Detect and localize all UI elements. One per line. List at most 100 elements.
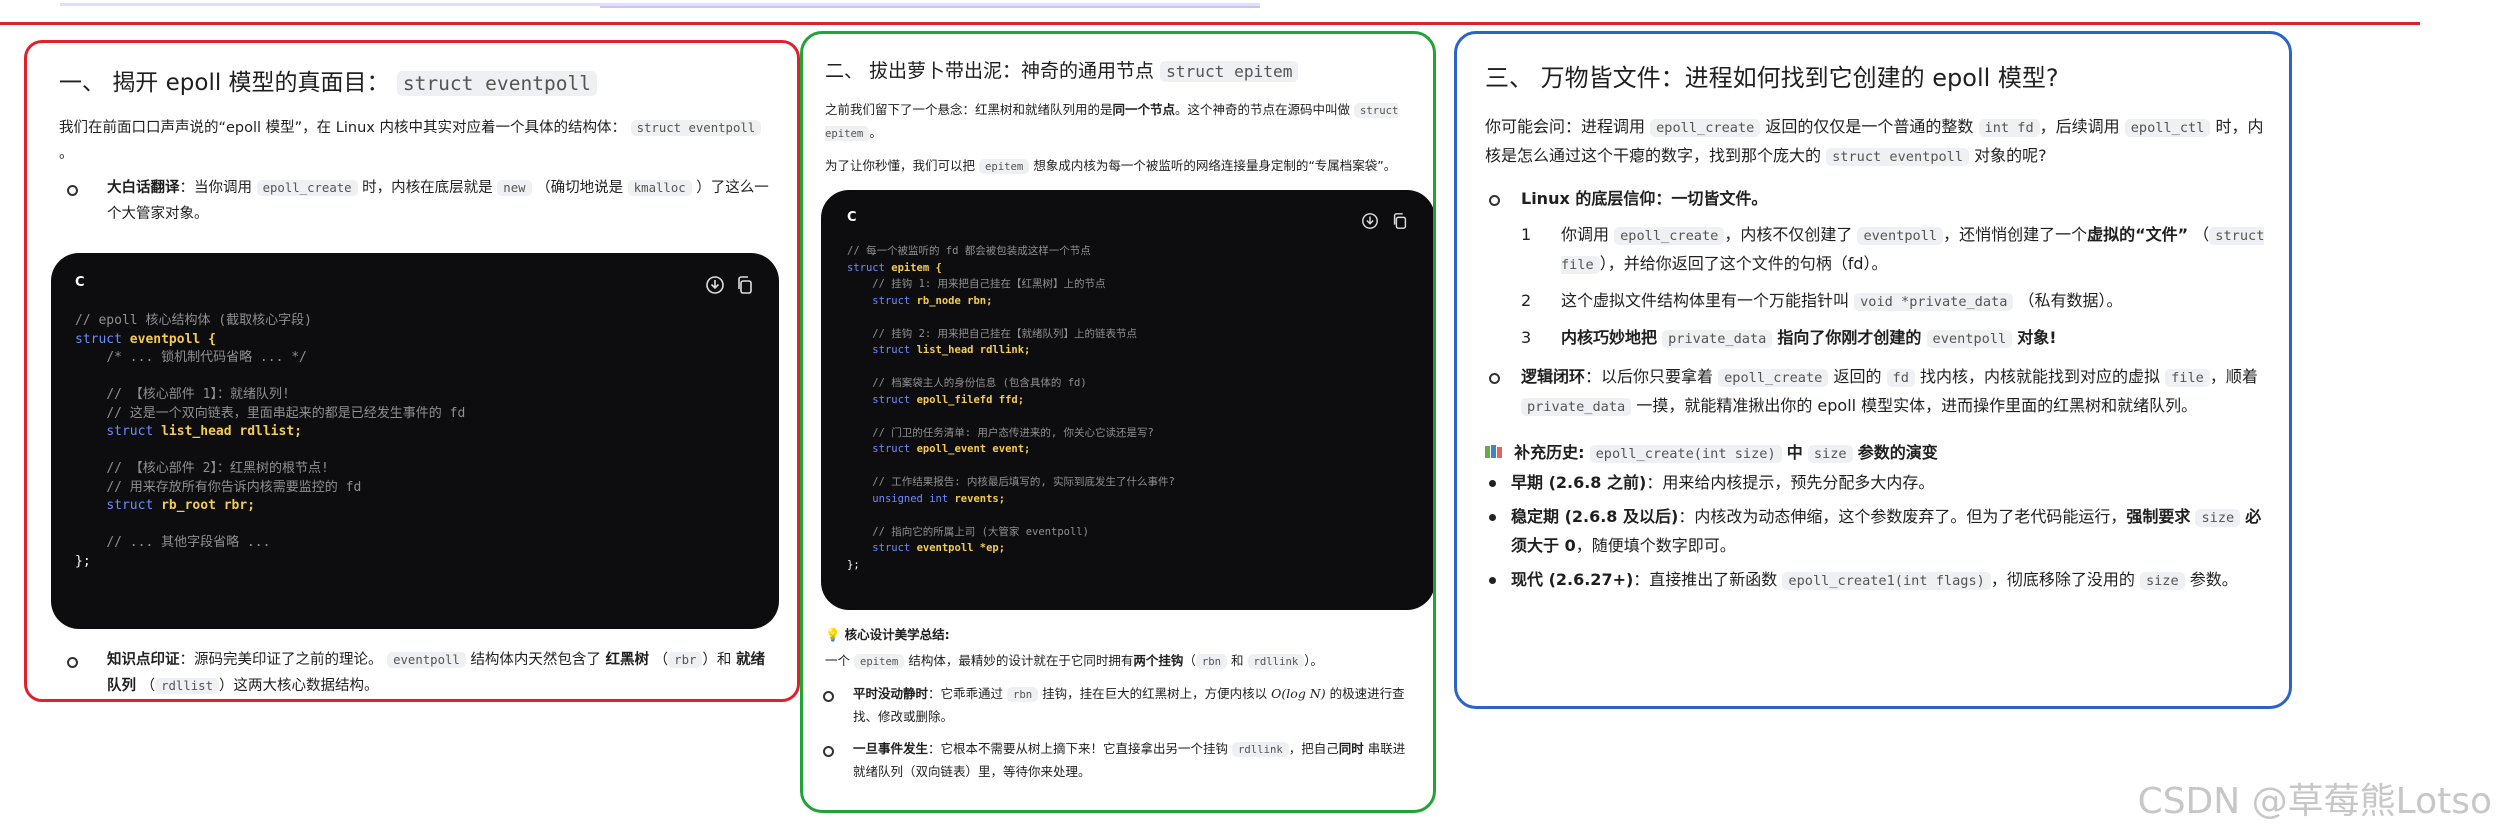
code-line: struct list_head rdllist; <box>106 424 302 439</box>
inline-code: rbn <box>1195 654 1228 669</box>
inline-code: epitem <box>979 159 1030 174</box>
code-line: // 挂钩 2: 用来把自己挂在【就绪队列】上的链表节点 <box>872 327 1138 340</box>
inline-code: epoll_ctl <box>2124 119 2211 137</box>
code-line: // 【核心部件 1】：就绪队列! <box>106 387 290 402</box>
inline-code: rdllink <box>1232 742 1289 757</box>
inline-code: size <box>1807 445 1853 463</box>
list-item: 平时没动静时：它乖乖通过 rbn 挂钩，挂在巨大的红黑树上，方便内核以 O(lo… <box>821 683 1415 728</box>
history-item: 稳定期 (2.6.8 及以后)：内核改为动态伸缩，这个参数废弃了。但为了老代码能… <box>1481 503 2265 560</box>
inline-code: epitem <box>854 654 905 669</box>
code-line: struct epoll_filefd ffd; <box>872 393 1025 406</box>
dot-bullet-icon <box>1489 577 1496 584</box>
inline-code: size <box>2139 572 2185 590</box>
code-line: }; <box>75 553 91 569</box>
code-block-eventpoll: C // epoll 核心结构体 (截取核心字段) struct eventpo… <box>51 253 779 629</box>
inline-code: int fd <box>1978 119 2040 137</box>
inline-code: epoll_create(int size) <box>1589 445 1782 463</box>
inline-code: eventpoll <box>1926 330 2013 348</box>
code-line: }; <box>847 558 860 571</box>
code-line: // 门卫的任务清单: 用户态传进来的, 你关心它读还是写? <box>872 426 1154 439</box>
history-item: 早期 (2.6.8 之前)：用来给内核提示，预先分配多大内存。 <box>1481 469 2265 497</box>
inline-code: epoll_create <box>1650 119 1761 137</box>
circle-bullet-icon <box>823 746 834 757</box>
math-expression: O(log N) <box>1271 686 1326 701</box>
list-item: 一旦事件发生：它根本不需要从树上摘下来！它直接拿出另一个挂钩 rdllink ，把… <box>821 738 1415 783</box>
inline-code: rdllist <box>155 678 219 694</box>
list-item: 逻辑闭环：以后你只要拿着 epoll_create 返回的 fd 找内核，内核就… <box>1481 363 2265 421</box>
code-line: unsigned int revents; <box>872 492 1006 505</box>
card-everything-is-file: 三、 万物皆文件：进程如何找到它创建的 epoll 模型? 你可能会问：进程调用… <box>1454 31 2292 709</box>
code-line: struct eventpoll { <box>75 331 216 347</box>
circle-bullet-icon <box>1489 195 1500 206</box>
list-item: 知识点印证：源码完美印证了之前的理论。 eventpoll 结构体内天然包含了 … <box>59 647 773 699</box>
inline-code: file <box>2165 369 2210 387</box>
dot-bullet-icon <box>1489 480 1496 487</box>
inline-code: rbn <box>1007 687 1039 702</box>
lightbulb-icon: 💡 <box>825 627 841 642</box>
card-epitem: 二、 拔出萝卜带出泥：神奇的通用节点 struct epitem 之前我们留下了… <box>800 31 1436 813</box>
circle-bullet-icon <box>823 691 834 702</box>
section-title-3: 三、 万物皆文件：进程如何找到它创建的 epoll 模型? <box>1485 64 2059 92</box>
circle-bullet-icon <box>67 657 78 668</box>
code-line: // 用来存放所有你告诉内核需要监控的 fd <box>106 479 362 495</box>
ordered-item-2: 2 这个虚拟文件结构体里有一个万能指针叫 void *private_data … <box>1521 291 2123 311</box>
inline-code: private_data <box>1662 330 1773 348</box>
download-icon[interactable] <box>705 275 725 295</box>
code-line: /* ... 锁机制代码省略 ... */ <box>106 350 307 365</box>
inline-code: rbr <box>668 652 703 668</box>
circle-bullet-icon <box>67 185 78 196</box>
circle-bullet-icon <box>1489 373 1500 384</box>
intro-paragraph: 你可能会问：进程调用 epoll_create 返回的仅仅是一个普通的整数 in… <box>1485 117 2264 166</box>
download-icon[interactable] <box>1361 212 1381 232</box>
code-line: struct eventpoll *ep; <box>872 542 1006 554</box>
inline-code: void *private_data <box>1854 293 2014 311</box>
code-language-label: C <box>847 210 857 225</box>
dot-bullet-icon <box>1489 514 1496 521</box>
code-line: // 【核心部件 2】：红黑树的根节点! <box>106 461 329 476</box>
copy-icon[interactable] <box>735 275 755 295</box>
code-line: // ... 其他字段省略 ... <box>106 535 271 550</box>
code-line: // 指向它的所属上司 (大管家 eventpoll) <box>872 525 1089 538</box>
inline-code: fd <box>1886 369 1915 387</box>
code-line: struct rb_node rbn; <box>872 294 993 307</box>
inline-code: struct eventpoll <box>630 120 762 136</box>
inline-code: private_data <box>1521 398 1632 416</box>
code-line: // 挂钩 1: 用来把自己挂在【红黑树】上的节点 <box>872 278 1106 290</box>
code-line: struct epitem { <box>847 261 942 274</box>
top-decoration-line-2 <box>600 6 1260 8</box>
code-line: // epoll 核心结构体 (截取核心字段) <box>75 313 312 328</box>
section-title-2: 二、 拔出萝卜带出泥：神奇的通用节点 struct epitem <box>825 56 1415 83</box>
code-content: // epoll 核心结构体 (截取核心字段) struct eventpoll… <box>75 312 755 571</box>
summary-title: 💡 核心设计美学总结: <box>825 627 950 642</box>
top-red-rule <box>0 22 2420 25</box>
code-line: struct rb_root rbr; <box>106 498 256 513</box>
inline-code: new <box>497 180 532 196</box>
list-item: Linux 的底层信仰：一切皆文件。 1 你调用 epoll_create ，内核… <box>1481 185 2265 353</box>
inline-code: struct eventpoll <box>1826 148 1970 166</box>
code-block-epitem: C // 每一个被监听的 fd 都会被包装成这样一个节点 struct epit… <box>821 190 1433 610</box>
ordered-item-1: 1 你调用 epoll_create ，内核不仅创建了 eventpoll ，还悄悄… <box>1521 225 2265 274</box>
code-line: // 档案袋主人的身份信息 (包含具体的 fd) <box>872 377 1087 389</box>
history-item: 现代 (2.6.27+)：直接推出了新函数 epoll_create1(int … <box>1481 566 2265 595</box>
inline-code: struct epitem <box>1160 61 1299 82</box>
code-line: // 工作结果报告: 内核最后填写的, 实际到底发生了什么事件? <box>872 476 1175 488</box>
history-heading: 补充历史: epoll_create(int size) 中 size 参数的演… <box>1485 439 2265 463</box>
code-line: // 这是一个双向链表，里面串起来的都是已经发生事件的 fd <box>106 405 466 421</box>
inline-code: kmalloc <box>627 180 692 196</box>
inline-code: epoll_create <box>256 180 358 196</box>
books-icon <box>1485 444 1503 458</box>
list-item: 大白话翻译：当你调用 epoll_create 时，内核在底层就是 new （确… <box>59 175 773 227</box>
paragraph: 之前我们留下了一个悬念：红黑树和就绪队列用的是同一个节点。这个神奇的节点在源码中… <box>825 102 1399 141</box>
code-content: // 每一个被监听的 fd 都会被包装成这样一个节点 struct epitem… <box>847 243 1409 573</box>
inline-code: struct eventpoll <box>396 71 598 96</box>
inline-code: eventpoll <box>1857 227 1944 245</box>
inline-code: eventpoll <box>387 652 466 668</box>
code-line: struct list_head rdllink; <box>872 344 1031 356</box>
code-line: // 每一个被监听的 fd 都会被包装成这样一个节点 <box>847 245 1091 257</box>
summary-paragraph: 一个 epitem 结构体，最精妙的设计就在于它同时拥有两个挂钩（ rbn 和 r… <box>825 653 1323 669</box>
copy-icon[interactable] <box>1391 212 1411 232</box>
ordered-item-3: 3 内核巧妙地把 private_data 指向了你刚才创建的 eventpol… <box>1521 328 2057 348</box>
watermark: CSDN @草莓熊Lotso <box>2137 781 2492 822</box>
inline-code: epoll_create1(int flags) <box>1782 572 1991 590</box>
code-line: struct epoll_event event; <box>872 443 1031 455</box>
